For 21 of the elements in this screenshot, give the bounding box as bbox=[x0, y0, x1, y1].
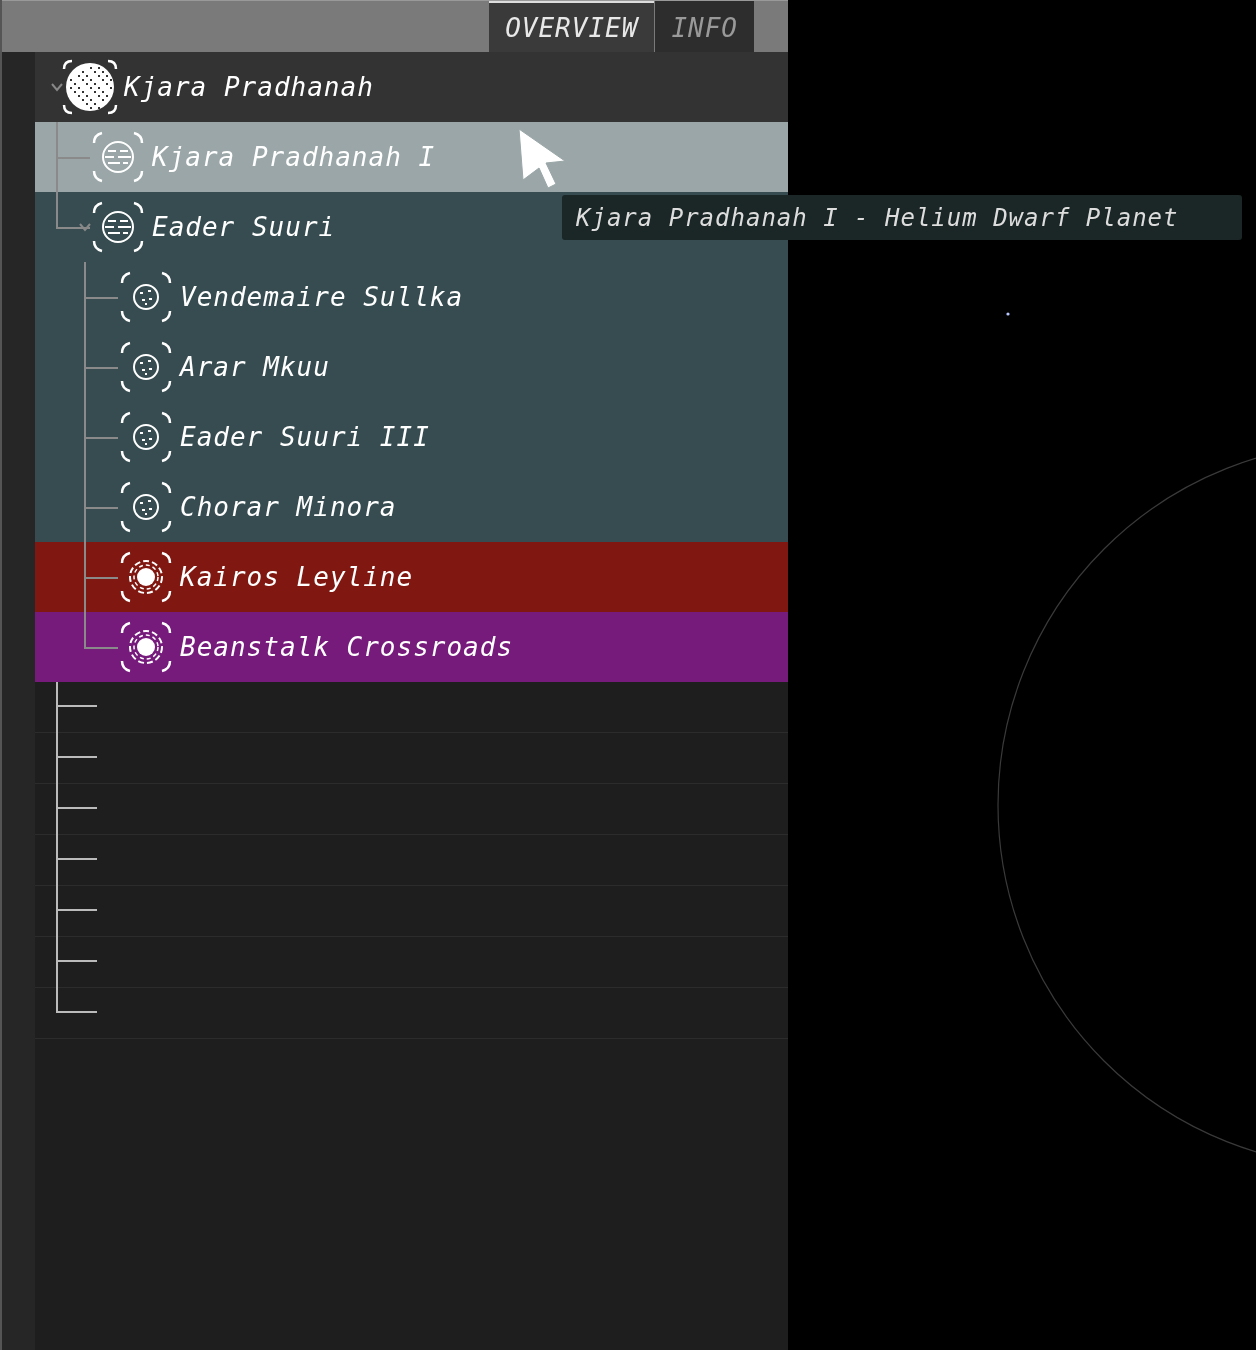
tree-item[interactable]: Beanstalk Crossroads bbox=[35, 612, 788, 682]
dotted-globe-icon bbox=[62, 59, 118, 115]
tree-item[interactable]: Kairos Leyline bbox=[35, 542, 788, 612]
planet-icon bbox=[90, 129, 146, 185]
tree-item[interactable]: Arar Mkuu bbox=[35, 332, 788, 402]
tab[interactable]: INFO bbox=[655, 1, 754, 52]
moon-icon bbox=[118, 409, 174, 465]
glowing-orb-icon bbox=[118, 619, 174, 675]
moon-icon bbox=[118, 479, 174, 535]
glowing-orb-icon bbox=[118, 549, 174, 605]
tree-item[interactable]: Kjara Pradhanah bbox=[35, 52, 788, 122]
tooltip: Kjara Pradhanah I - Helium Dwarf Planet bbox=[562, 195, 1242, 240]
tree-item[interactable]: Chorar Minora bbox=[35, 472, 788, 542]
tab[interactable]: OVERVIEW bbox=[489, 1, 655, 52]
cursor-icon bbox=[518, 128, 566, 190]
moon-icon bbox=[118, 269, 174, 325]
star-dot bbox=[1006, 312, 1010, 316]
tree-item[interactable]: Eader Suuri III bbox=[35, 402, 788, 472]
tree-item[interactable]: Vendemaire Sullka bbox=[35, 262, 788, 332]
planet-icon bbox=[90, 199, 146, 255]
moon-icon bbox=[118, 339, 174, 395]
